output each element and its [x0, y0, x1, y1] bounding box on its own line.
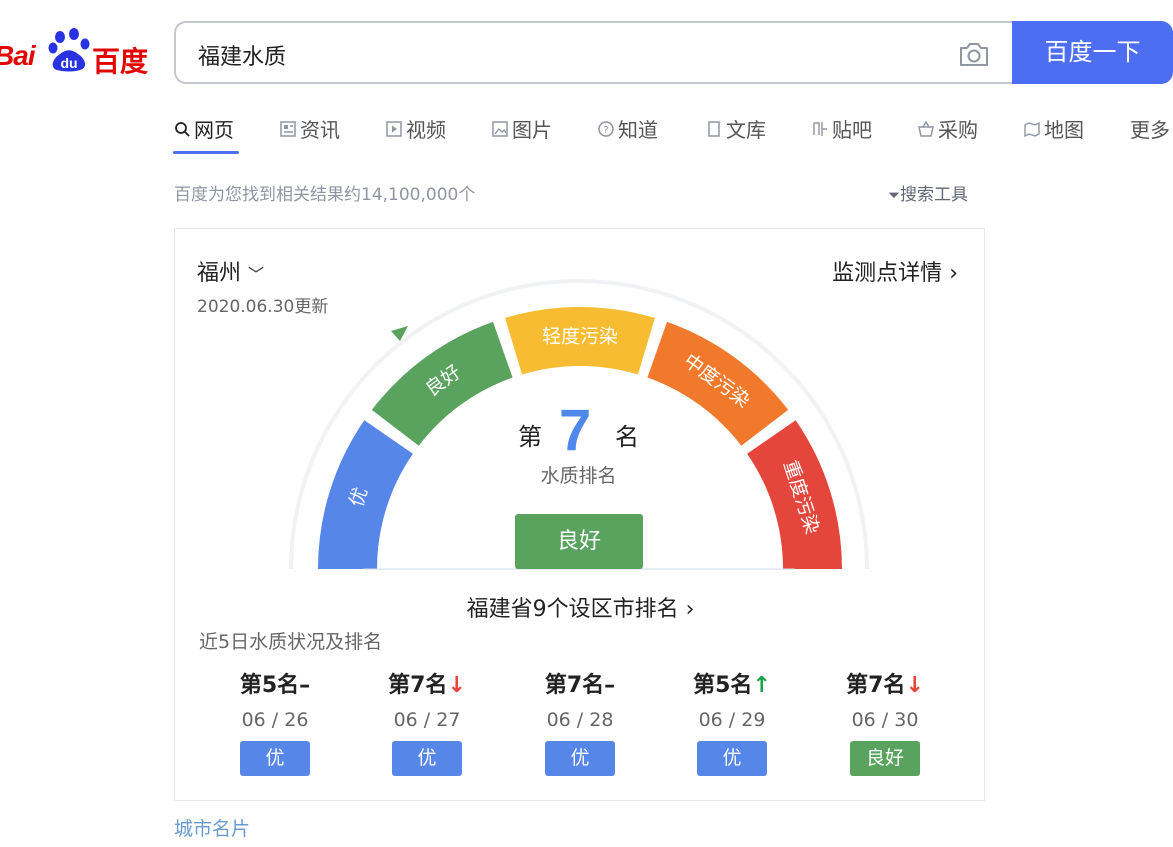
trend-icon: ↓	[447, 673, 466, 698]
filter-icon: ⏷	[888, 186, 901, 204]
map-icon	[1024, 121, 1040, 137]
day-date: 06 / 29	[698, 709, 766, 731]
image-icon	[492, 120, 508, 137]
day-date: 06 / 28	[546, 709, 614, 731]
day-rank: 第7名	[388, 673, 448, 698]
baidu-logo[interactable]: Bai du 百度	[0, 26, 150, 77]
day-date: 06 / 30	[851, 709, 919, 731]
news-icon	[280, 120, 296, 137]
chevron-right-icon: ›	[685, 597, 695, 622]
day-date: 06 / 26	[241, 709, 309, 731]
trend-icon: –	[299, 673, 311, 698]
recent-days: 第5名– 06 / 26 优 第7名↓ 06 / 27 优 第7名– 06 / …	[175, 667, 986, 777]
province-ranking-link[interactable]: 福建省9个设区市排名 ›	[175, 591, 986, 623]
logo-chinese: 百度	[92, 46, 149, 77]
day-item: 第5名↑ 06 / 29 优	[656, 667, 808, 776]
rank-prefix: 第	[518, 423, 542, 451]
water-quality-card: 福州 ﹀ 2020.06.30更新 监测点详情 › 优良好 轻度污染 中度污染 重度污…	[174, 228, 985, 801]
day-item: 第7名↓ 06 / 30 良好	[809, 667, 961, 776]
day-item: 第7名↓ 06 / 27 优	[351, 667, 503, 776]
day-rank: 第5名	[239, 673, 300, 698]
logo-bai: Bai	[0, 40, 36, 71]
day-quality-badge: 优	[545, 741, 615, 776]
day-item: 第5名– 06 / 26 优	[199, 667, 351, 776]
day-rank: 第7名	[846, 673, 906, 698]
day-rank: 第7名	[544, 673, 605, 698]
rank-suffix: 名	[615, 423, 639, 451]
tab-video[interactable]: 视频	[386, 114, 446, 143]
tab-tieba[interactable]: 贴吧	[812, 114, 872, 143]
city-profile-link[interactable]: 城市名片	[174, 814, 250, 841]
tab-web[interactable]: 网页	[174, 114, 234, 143]
tab-zhidao[interactable]: ? 知道	[598, 114, 658, 143]
search-tools-button[interactable]: ⏷搜索工具	[888, 180, 968, 205]
trend-icon: –	[604, 673, 616, 698]
search-query[interactable]: 福建水质	[198, 39, 286, 71]
tab-news[interactable]: 资讯	[280, 114, 340, 143]
result-count: 百度为您找到相关结果约14,100,000个	[174, 185, 476, 205]
day-quality-badge: 优	[392, 741, 462, 776]
tab-wenku[interactable]: 文库	[706, 114, 766, 143]
day-date: 06 / 27	[393, 709, 461, 731]
rank-number: 7	[559, 398, 592, 463]
question-icon: ?	[598, 120, 614, 137]
svg-text:du: du	[60, 55, 77, 71]
gauge-segment-label: 轻度污染	[542, 326, 618, 348]
recent-title: 近5日水质状况及排名	[199, 631, 383, 653]
tab-image[interactable]: 图片	[492, 114, 552, 143]
trend-icon: ↑	[752, 673, 771, 698]
search-button[interactable]: 百度一下	[1012, 21, 1173, 84]
day-item: 第7名– 06 / 28 优	[504, 667, 656, 776]
trend-icon: ↓	[905, 673, 924, 698]
search-icon	[175, 121, 190, 137]
tab-purchase[interactable]: 采购	[918, 114, 978, 143]
day-quality-badge: 良好	[850, 741, 920, 776]
svg-text:?: ?	[603, 125, 608, 136]
tieba-icon	[813, 121, 827, 136]
tab-map[interactable]: 地图	[1024, 114, 1084, 143]
day-quality-badge: 优	[697, 741, 767, 776]
day-quality-badge: 优	[240, 741, 310, 776]
active-tab-indicator	[173, 151, 239, 154]
rank-label: 水质排名	[540, 465, 617, 487]
camera-icon[interactable]	[958, 40, 990, 68]
quality-status-badge: 良好	[515, 514, 643, 569]
basket-icon	[918, 120, 934, 137]
search-input[interactable]: 福建水质	[174, 21, 1012, 84]
document-icon	[708, 120, 720, 137]
tab-more[interactable]: 更多	[1130, 114, 1170, 143]
paw-icon: du	[48, 28, 90, 72]
day-rank: 第5名	[693, 673, 753, 698]
video-icon	[386, 120, 402, 137]
